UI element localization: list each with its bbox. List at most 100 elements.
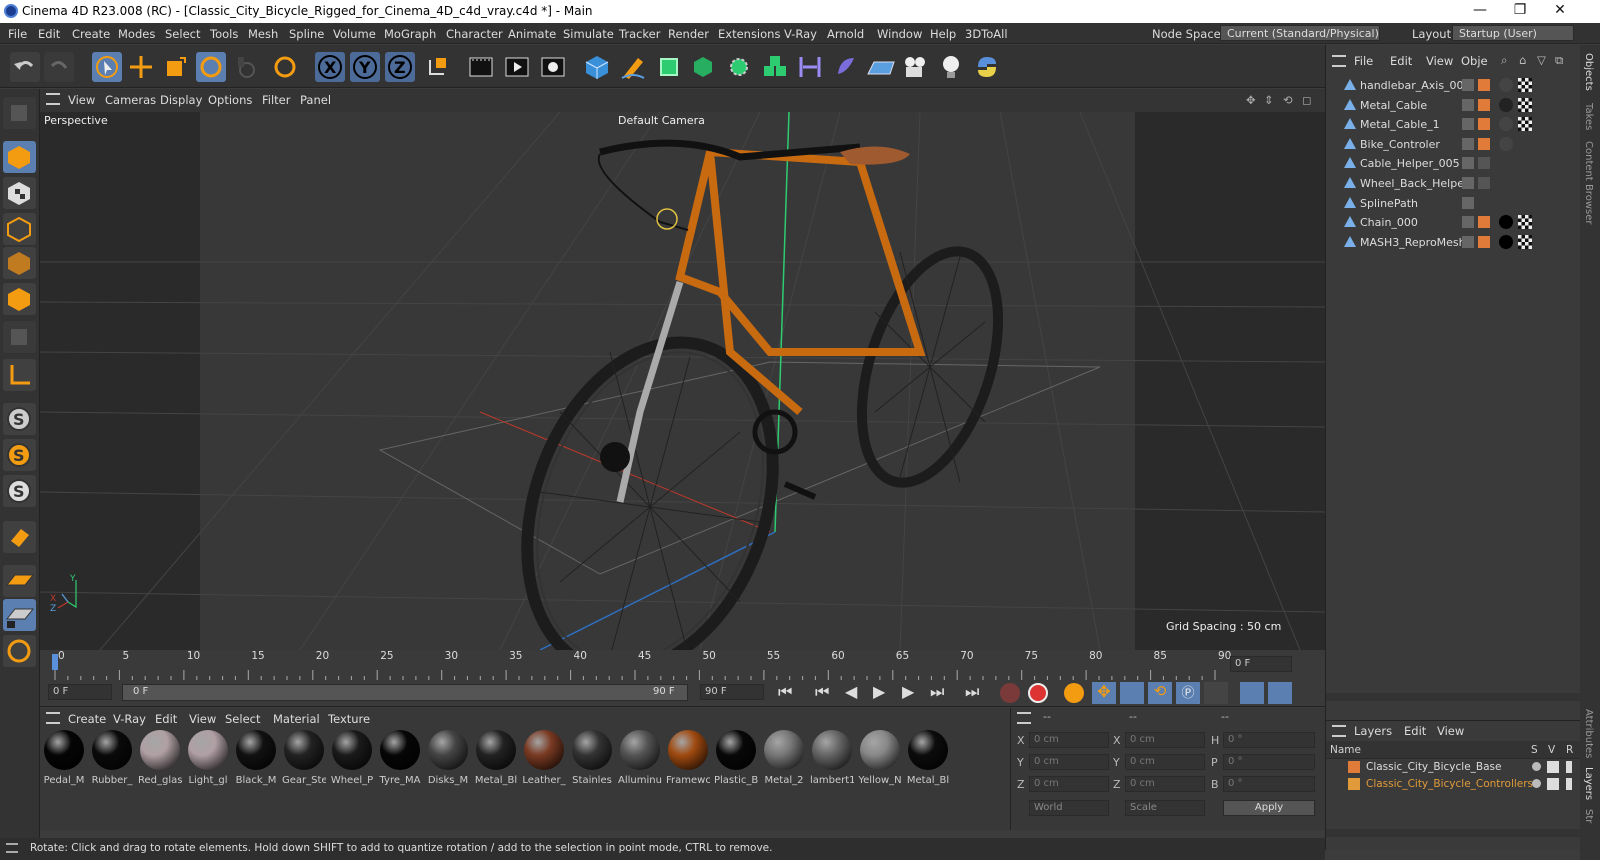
coords-tool-icon[interactable] xyxy=(232,52,262,82)
layers-hscrollbar[interactable] xyxy=(1326,829,1581,837)
coordinate-system-icon[interactable] xyxy=(422,52,452,82)
menu-arnold[interactable]: Arnold xyxy=(827,27,864,41)
cube-icon[interactable] xyxy=(582,52,612,82)
mat-menu-vray[interactable]: V-Ray xyxy=(113,712,146,726)
pos-y-field[interactable]: 0 cm xyxy=(1029,754,1109,770)
material-tag-icon[interactable] xyxy=(1499,97,1513,112)
obj-menu-view[interactable]: View xyxy=(1426,54,1453,68)
render-region-icon[interactable] xyxy=(466,52,496,82)
material-swatch[interactable]: Gear_Ste xyxy=(282,730,326,786)
layer-color-swatch[interactable] xyxy=(1478,177,1490,189)
quantize-icon[interactable]: S xyxy=(3,475,36,507)
object-row[interactable]: Metal_Cable_1 xyxy=(1326,114,1581,134)
editor-visibility-icon[interactable] xyxy=(1462,216,1474,229)
mat-menu-material[interactable]: Material xyxy=(273,712,320,726)
layers-menu-edit[interactable]: Edit xyxy=(1404,724,1426,738)
menu-tools[interactable]: Tools xyxy=(210,27,238,41)
tab-objects[interactable]: Objects xyxy=(1583,53,1594,91)
menu-tracker[interactable]: Tracker xyxy=(619,27,661,41)
material-swatch[interactable]: Light_gl xyxy=(186,730,230,786)
texture-mode-icon[interactable] xyxy=(3,177,36,209)
mat-menu-view[interactable]: View xyxy=(189,712,216,726)
maximize-button[interactable]: ❐ xyxy=(1500,2,1540,18)
prev-key-icon[interactable]: ⏮ xyxy=(815,682,829,702)
layer-row[interactable]: Classic_City_Bicycle_Base xyxy=(1326,759,1581,776)
axis-mode-icon[interactable] xyxy=(3,359,36,391)
keyframe-selection-icon[interactable] xyxy=(1064,683,1084,703)
obj-hscrollbar[interactable] xyxy=(1326,693,1581,701)
select-tool-button[interactable] xyxy=(92,52,122,82)
pen-icon[interactable] xyxy=(618,52,648,82)
menu-mesh[interactable]: Mesh xyxy=(248,27,278,41)
editor-visibility-icon[interactable] xyxy=(1462,177,1474,189)
key-pla-icon[interactable] xyxy=(1204,682,1228,704)
next-key-icon[interactable]: ⏭ xyxy=(930,682,944,702)
mat-menu-edit[interactable]: Edit xyxy=(155,712,177,726)
layer-render-icon[interactable] xyxy=(1566,761,1572,773)
tab-content-browser[interactable]: Content Browser xyxy=(1583,141,1594,224)
menu-simulate[interactable]: Simulate xyxy=(563,27,614,41)
mat-menu-select[interactable]: Select xyxy=(225,712,260,726)
obj-new-window-icon[interactable]: ⧉ xyxy=(1555,53,1563,68)
layer-color-swatch[interactable] xyxy=(1478,137,1490,150)
mat-menu-texture[interactable]: Texture xyxy=(328,712,370,726)
material-swatch[interactable]: Plastic_B xyxy=(714,730,758,786)
editor-visibility-icon[interactable] xyxy=(1462,118,1474,131)
material-swatch[interactable]: Framewc xyxy=(666,730,710,786)
layer-color-swatch[interactable] xyxy=(1478,216,1490,229)
layers-menu-layers[interactable]: Layers xyxy=(1354,724,1392,738)
layer-color-swatch[interactable] xyxy=(1478,98,1490,111)
vp-pan-icon[interactable]: ⇕ xyxy=(1264,93,1274,107)
rotate-alt-icon[interactable] xyxy=(270,52,300,82)
layer-row[interactable]: Classic_City_Bicycle_Controllers xyxy=(1326,776,1581,793)
layer-solo-toggle[interactable] xyxy=(1532,762,1541,771)
uv-tag-icon[interactable] xyxy=(1518,117,1532,132)
material-swatch[interactable]: Yellow_N xyxy=(858,730,902,786)
menu-spline[interactable]: Spline xyxy=(289,27,324,41)
light-icon[interactable] xyxy=(936,52,966,82)
key-scale-icon[interactable] xyxy=(1120,682,1144,704)
render-settings-icon[interactable] xyxy=(538,52,568,82)
undo-button[interactable] xyxy=(10,52,40,82)
material-tag-icon[interactable] xyxy=(1499,215,1513,230)
vp-menu-options[interactable]: Options xyxy=(208,93,252,107)
node-space-dropdown[interactable]: Current (Standard/Physical) xyxy=(1220,25,1380,41)
menu-3dtoall[interactable]: 3DToAll xyxy=(965,27,1008,41)
material-swatch[interactable]: Metal_Bl xyxy=(474,730,518,786)
record-keys-icon[interactable] xyxy=(1000,683,1020,703)
python-icon[interactable] xyxy=(972,52,1002,82)
vp-menu-view[interactable]: View xyxy=(68,93,95,107)
layer-solo-toggle[interactable] xyxy=(1532,779,1541,788)
make-editable-icon[interactable] xyxy=(3,97,36,129)
menu-select[interactable]: Select xyxy=(165,27,200,41)
object-row[interactable]: handlebar_Axis_001 xyxy=(1326,75,1581,95)
layer-render-icon[interactable] xyxy=(1566,778,1572,790)
move-tool-icon[interactable] xyxy=(126,52,156,82)
obj-filter-icon[interactable]: ▽ xyxy=(1537,53,1546,67)
uv-tag-icon[interactable] xyxy=(1518,215,1532,230)
menu-extensions[interactable]: Extensions xyxy=(718,27,780,41)
uv-tag-icon[interactable] xyxy=(1518,78,1532,92)
timeline-ruler[interactable]: 0 5 10 15 20 25 30 35 40 45 50 55 60 65 70 75 80 85 90 0 F xyxy=(40,650,1325,680)
axis-z-button[interactable]: Z xyxy=(385,52,415,82)
go-to-start-icon[interactable]: ⏮ xyxy=(778,682,792,702)
vp-menu-panel[interactable]: Panel xyxy=(300,93,331,107)
deformer-icon[interactable] xyxy=(795,52,825,82)
object-row[interactable]: SplinePath xyxy=(1326,193,1581,213)
editor-visibility-icon[interactable] xyxy=(1462,98,1474,111)
tab-structure[interactable]: Str xyxy=(1583,809,1594,823)
workplane-icon[interactable] xyxy=(3,565,36,597)
obj-menu-file[interactable]: File xyxy=(1354,54,1373,68)
layers-hamburger-icon[interactable] xyxy=(1332,725,1346,737)
tab-takes[interactable]: Takes xyxy=(1583,103,1594,130)
play-icon[interactable]: ▶ xyxy=(873,682,885,701)
menu-character[interactable]: Character xyxy=(446,27,503,41)
world-dropdown[interactable]: World xyxy=(1029,800,1109,816)
pos-x-field[interactable]: 0 cm xyxy=(1029,732,1109,748)
menu-edit[interactable]: Edit xyxy=(38,27,60,41)
layout-dropdown[interactable]: Startup (User) xyxy=(1452,25,1574,41)
camera-icon[interactable] xyxy=(900,52,930,82)
rot-h-field[interactable]: 0 ° xyxy=(1223,732,1315,748)
obj-menu-objects[interactable]: Obje xyxy=(1461,54,1488,68)
layer-visible-icon[interactable] xyxy=(1547,778,1559,790)
